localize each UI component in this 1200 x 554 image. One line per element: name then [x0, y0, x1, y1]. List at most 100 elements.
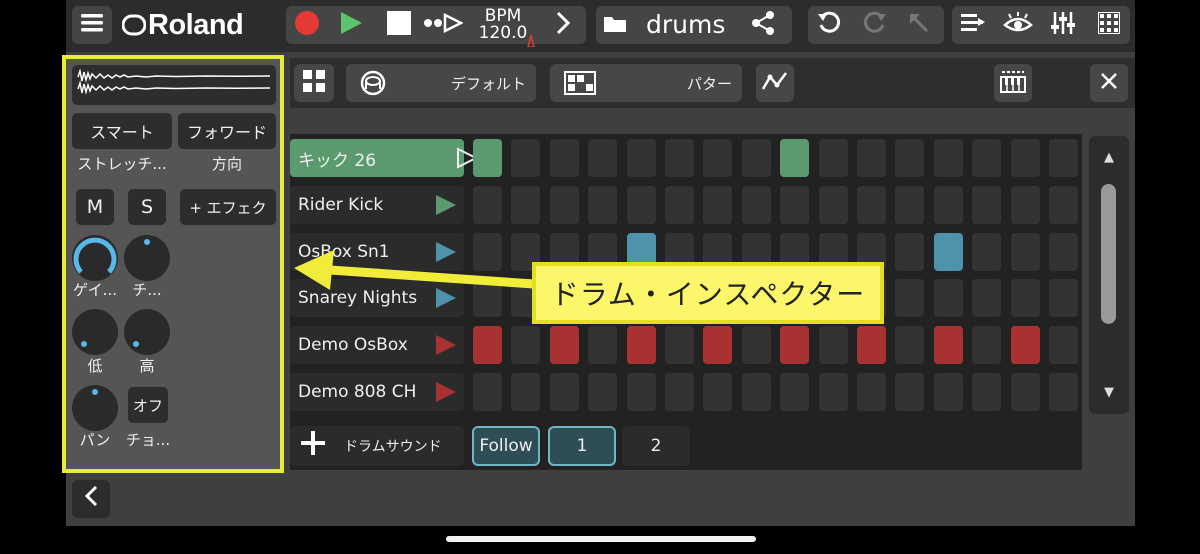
vertical-scrollbar[interactable]: ▲ ▼: [1089, 136, 1129, 414]
step-cell[interactable]: [780, 373, 809, 411]
step-cell[interactable]: [1011, 186, 1040, 224]
project-name[interactable]: drums: [646, 10, 725, 39]
pattern-selector[interactable]: パター: [550, 64, 742, 102]
kit-selector[interactable]: デフォルト: [346, 64, 536, 102]
step-cell[interactable]: [588, 186, 617, 224]
step-cell[interactable]: [627, 373, 656, 411]
scroll-down-button[interactable]: ▼: [1089, 385, 1129, 400]
step-cell-active[interactable]: [473, 326, 502, 364]
gain-knob[interactable]: [72, 235, 118, 281]
step-cell[interactable]: [742, 139, 771, 177]
stop-button[interactable]: [382, 6, 416, 44]
undo-button[interactable]: [812, 6, 846, 44]
step-cell[interactable]: [588, 373, 617, 411]
pads-button[interactable]: [1092, 6, 1126, 44]
step-cell[interactable]: [895, 233, 924, 271]
record-button[interactable]: [290, 6, 324, 44]
pointer-button[interactable]: [902, 6, 936, 44]
track-row[interactable]: Rider Kick: [290, 186, 464, 224]
step-cell[interactable]: [819, 186, 848, 224]
track-play-icon[interactable]: [436, 335, 456, 355]
step-cell-active[interactable]: [780, 326, 809, 364]
step-cell[interactable]: [511, 139, 540, 177]
step-cell[interactable]: [1049, 186, 1078, 224]
step-cell[interactable]: [972, 233, 1001, 271]
add-effect-button[interactable]: + エフェク: [180, 189, 276, 225]
step-cell-active[interactable]: [780, 139, 809, 177]
page-2-button[interactable]: 2: [622, 426, 690, 466]
tune-knob[interactable]: [124, 235, 170, 281]
step-cell[interactable]: [934, 139, 963, 177]
step-cell[interactable]: [972, 279, 1001, 317]
close-editor-button[interactable]: [1090, 64, 1128, 102]
step-cell[interactable]: [1011, 373, 1040, 411]
smart-button[interactable]: スマート: [72, 113, 172, 149]
step-cell[interactable]: [665, 186, 694, 224]
track-play-icon[interactable]: [436, 195, 456, 215]
step-cell[interactable]: [857, 186, 886, 224]
step-cell[interactable]: [934, 186, 963, 224]
step-cell[interactable]: [742, 373, 771, 411]
step-cell[interactable]: [511, 186, 540, 224]
choke-button[interactable]: オフ: [128, 387, 168, 423]
step-cell-active[interactable]: [473, 139, 502, 177]
step-cell[interactable]: [895, 326, 924, 364]
track-row[interactable]: Demo OsBox: [290, 326, 464, 364]
step-cell[interactable]: [819, 326, 848, 364]
step-cell[interactable]: [895, 186, 924, 224]
grid-view-button[interactable]: [294, 64, 334, 102]
track-play-icon[interactable]: [436, 382, 456, 402]
step-cell-active[interactable]: [934, 233, 963, 271]
step-cell-active[interactable]: [627, 326, 656, 364]
redo-button[interactable]: [858, 6, 892, 44]
back-button[interactable]: [72, 480, 110, 518]
scroll-thumb[interactable]: [1101, 184, 1116, 324]
step-cell[interactable]: [1011, 279, 1040, 317]
step-cell[interactable]: [550, 186, 579, 224]
step-cell-active[interactable]: [703, 326, 732, 364]
step-cell[interactable]: [1049, 139, 1078, 177]
step-cell[interactable]: [665, 326, 694, 364]
step-cell[interactable]: [588, 326, 617, 364]
solo-button[interactable]: S: [128, 189, 166, 225]
step-cell[interactable]: [703, 186, 732, 224]
step-cell-active[interactable]: [550, 326, 579, 364]
scroll-up-button[interactable]: ▲: [1089, 150, 1129, 165]
step-cell[interactable]: [972, 186, 1001, 224]
step-cell[interactable]: [703, 139, 732, 177]
step-cell[interactable]: [857, 373, 886, 411]
step-cell[interactable]: [1049, 326, 1078, 364]
step-cell[interactable]: [703, 373, 732, 411]
step-cell[interactable]: [972, 326, 1001, 364]
step-cell[interactable]: [550, 373, 579, 411]
step-cell[interactable]: [1049, 279, 1078, 317]
step-cell[interactable]: [550, 139, 579, 177]
step-cell[interactable]: [742, 326, 771, 364]
low-eq-knob[interactable]: [72, 309, 118, 355]
step-cell[interactable]: [473, 373, 502, 411]
step-cell-active[interactable]: [934, 326, 963, 364]
step-cell[interactable]: [511, 373, 540, 411]
step-cell[interactable]: [588, 139, 617, 177]
home-indicator[interactable]: [446, 536, 756, 542]
step-cell[interactable]: [511, 326, 540, 364]
automation-button[interactable]: [756, 64, 794, 102]
share-button[interactable]: [748, 6, 778, 44]
pan-knob[interactable]: [72, 385, 118, 431]
page-1-button[interactable]: 1: [548, 426, 616, 466]
step-cell[interactable]: [895, 279, 924, 317]
step-cell-active[interactable]: [857, 326, 886, 364]
piano-roll-button[interactable]: [994, 64, 1032, 102]
step-cell[interactable]: [819, 373, 848, 411]
step-cell[interactable]: [934, 373, 963, 411]
next-button[interactable]: [548, 6, 578, 44]
mute-button[interactable]: M: [76, 189, 114, 225]
step-cell[interactable]: [819, 139, 848, 177]
high-eq-knob[interactable]: [124, 309, 170, 355]
step-cell[interactable]: [895, 373, 924, 411]
step-cell[interactable]: [934, 279, 963, 317]
step-cell[interactable]: [780, 186, 809, 224]
mixer-button[interactable]: [1046, 6, 1080, 44]
metronome-icon[interactable]: [526, 32, 536, 51]
open-project-button[interactable]: [600, 6, 630, 44]
